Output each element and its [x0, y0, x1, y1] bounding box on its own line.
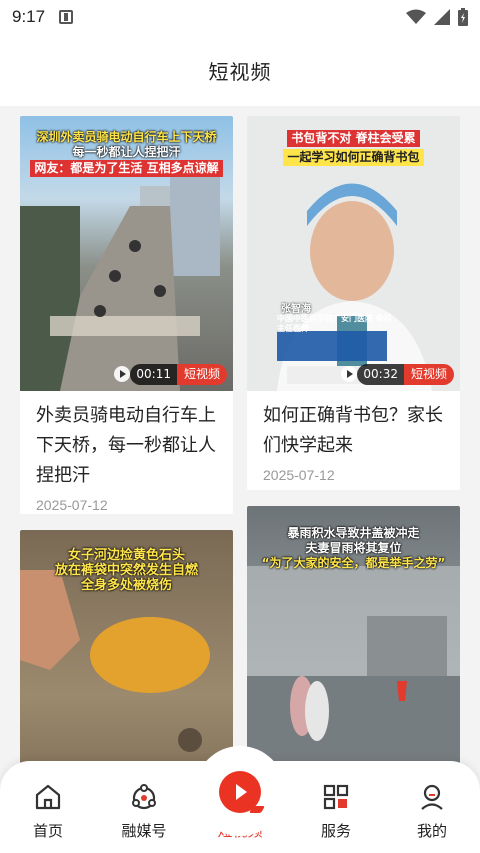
nav-profile[interactable]: 我的 [384, 782, 480, 841]
duration-text: 00:32 [357, 364, 404, 385]
banner-line: 一起学习如何正确背书包 [283, 149, 424, 166]
video-feed[interactable]: 深圳外卖员骑电动自行车上下天桥 每一秒都让人捏把汗 网友：都是为了生活 互相多点… [0, 106, 480, 853]
home-icon [35, 784, 61, 810]
banner-line: 暴雨积水导致井盖被冲走 [287, 526, 420, 540]
banner-line: 每一秒都让人捏把汗 [72, 145, 181, 159]
duration-badge: 00:32 短视频 [357, 364, 454, 385]
grid-icon [323, 784, 349, 810]
video-title[interactable]: 外卖员骑电动自行车上下天桥，每一秒都让人捏把汗 [20, 391, 233, 491]
page-title: 短视频 [208, 59, 272, 84]
video-thumbnail[interactable]: 书包背不对 脊柱会受累 一起学习如何正确背书包 张智海 中国中医科学院广安门医院… [247, 116, 460, 391]
duration-badge: 00:11 短视频 [130, 364, 227, 385]
nav-label: 我的 [416, 822, 447, 840]
video-thumbnail[interactable]: 深圳外卖员骑电动自行车上下天桥 每一秒都让人捏把汗 网友：都是为了生活 互相多点… [20, 116, 233, 391]
banner-line: “为了大家的安全，都是举手之劳” [261, 556, 446, 570]
notification-icon [59, 10, 74, 24]
status-bar: 9:17 [0, 0, 480, 34]
play-icon[interactable] [341, 366, 357, 382]
thumbnail-banner: 暴雨积水导致井盖被冲走 夫妻冒雨将其复位 “为了大家的安全，都是举手之劳” [255, 526, 452, 571]
banner-line: 书包背不对 脊柱会受累 [287, 130, 420, 147]
wifi-icon [406, 9, 426, 24]
battery-icon [458, 8, 468, 26]
signal-icon [434, 9, 450, 25]
nav-label: 首页 [32, 822, 63, 840]
nav-label: 融媒号 [121, 822, 167, 840]
video-card[interactable]: 深圳外卖员骑电动自行车上下天桥 每一秒都让人捏把汗 网友：都是为了生活 互相多点… [20, 116, 233, 514]
type-tag: 短视频 [176, 364, 227, 385]
video-date: 2025-07-12 [263, 467, 335, 483]
thumbnail-banner: 书包背不对 脊柱会受累 一起学习如何正确背书包 [255, 130, 452, 166]
profile-icon [421, 784, 443, 810]
banner-line: 女子河边捡黄色石头 [67, 548, 185, 563]
status-time: 9:17 [12, 7, 46, 26]
nav-label: 服务 [320, 822, 351, 840]
media-icon [132, 784, 156, 810]
caption-org: 中国中医科学院广安门医院 骨科主任医师 [277, 314, 392, 333]
caption-name: 张智海 [281, 304, 311, 315]
status-icons [406, 8, 468, 26]
video-date: 2025-07-12 [36, 497, 108, 513]
banner-line: 夫妻冒雨将其复位 [305, 541, 402, 555]
duration-text: 00:11 [130, 364, 177, 385]
nav-media[interactable]: 融媒号 [96, 782, 192, 841]
nav-service[interactable]: 服务 [288, 782, 384, 841]
nav-home[interactable]: 首页 [0, 782, 96, 841]
type-tag: 短视频 [403, 364, 454, 385]
video-title[interactable]: 如何正确背书包？家长们快学起来 [247, 391, 460, 461]
thumbnail-banner: 深圳外卖员骑电动自行车上下天桥 每一秒都让人捏把汗 网友：都是为了生活 互相多点… [28, 130, 225, 177]
video-card[interactable]: 书包背不对 脊柱会受累 一起学习如何正确背书包 张智海 中国中医科学院广安门医院… [247, 116, 460, 490]
banner-line: 深圳外卖员骑电动自行车上下天桥 [36, 130, 217, 144]
page-header: 短视频 [0, 34, 480, 106]
play-icon[interactable] [114, 366, 130, 382]
banner-line: 放在裤袋中突然发生自燃 [54, 563, 198, 578]
banner-line: 全身多处被烧伤 [80, 578, 172, 593]
banner-line: 网友：都是为了生活 互相多点谅解 [30, 160, 223, 177]
thumbnail-banner: 女子河边捡黄色石头 放在裤袋中突然发生自燃 全身多处被烧伤 [28, 548, 225, 593]
